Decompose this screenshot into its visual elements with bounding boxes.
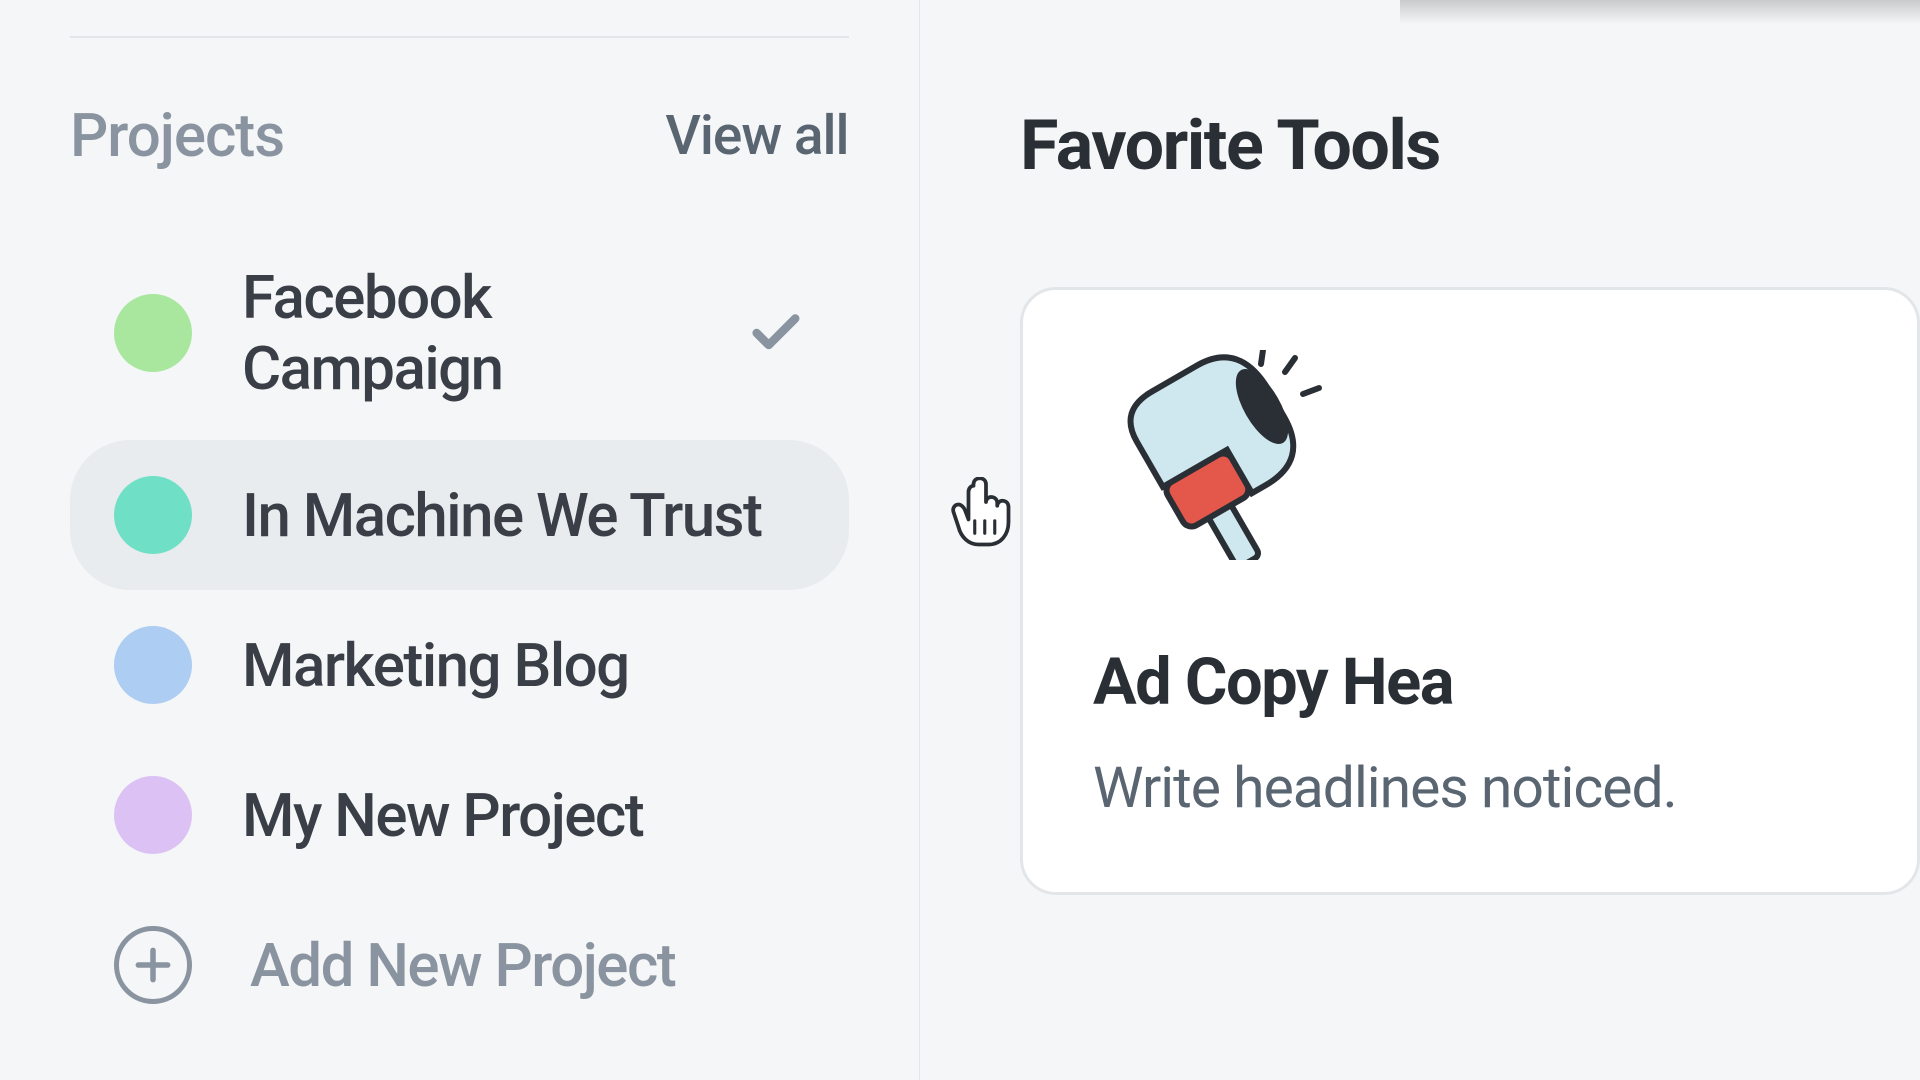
project-item-marketing-blog[interactable]: Marketing Blog [70,590,849,740]
megaphone-icon [1093,350,1847,564]
divider [70,36,849,38]
add-new-project-label: Add New Project [250,930,675,1001]
checkmark-icon [747,303,805,363]
project-label: Marketing Blog [242,630,629,701]
project-item-in-machine-we-trust[interactable]: In Machine We Trust [70,440,849,590]
tool-card-ad-copy[interactable]: Ad Copy Hea Write headlines noticed. [1020,287,1920,895]
project-color-dot [114,626,192,704]
project-color-dot [114,294,192,372]
plus-circle-icon [114,926,192,1004]
view-all-link[interactable]: View all [665,104,848,168]
project-item-my-new-project[interactable]: My New Project [70,740,849,890]
tool-card-title: Ad Copy Hea [1093,644,1847,720]
favorite-tools-title: Favorite Tools [1020,105,1920,187]
plus-icon [131,943,175,987]
project-label: My New Project [242,780,643,851]
main-content: Favorite Tools Ad Copy Hea Write headlin… [920,0,1920,1080]
project-color-dot [114,776,192,854]
add-new-project-button[interactable]: Add New Project [70,890,849,1040]
top-shadow [1400,0,1920,24]
project-label: In Machine We Trust [242,480,762,551]
projects-section-title: Projects [70,100,284,171]
project-item-facebook-campaign[interactable]: Facebook Campaign [70,226,849,440]
project-color-dot [114,476,192,554]
project-list: Facebook Campaign In Machine We Trust Ma… [70,226,849,1040]
tool-card-description: Write headlines noticed. [1093,744,1847,832]
project-label: Facebook Campaign [242,262,747,404]
projects-sidebar: Projects View all Facebook Campaign In M… [0,0,919,1080]
